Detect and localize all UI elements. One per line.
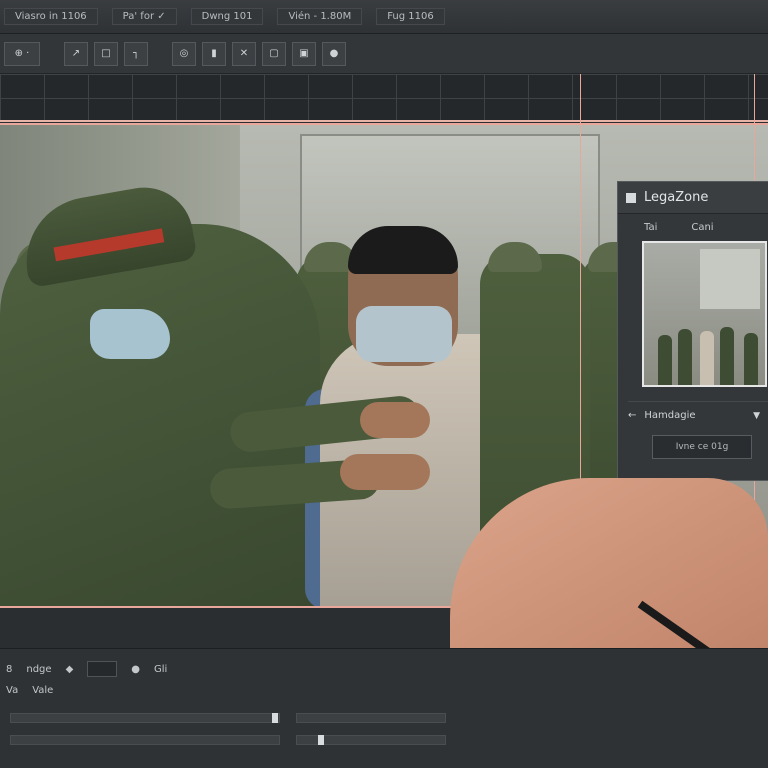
- thumbnail-building: [700, 249, 760, 309]
- officer-hand: [360, 402, 430, 438]
- officer-hand: [340, 454, 430, 490]
- preview-thumbnail[interactable]: [642, 241, 767, 387]
- tab-tai[interactable]: Tai: [644, 222, 657, 233]
- panel-tabs: Tai Cani: [618, 214, 768, 239]
- frame-number: 8: [6, 663, 13, 675]
- thumbnail-figure: [700, 331, 714, 385]
- top-item-5[interactable]: Fug 1106: [376, 8, 445, 25]
- bottom-row-1: 8 ndge ◆ ● Gli: [6, 661, 167, 677]
- bottom-row-2: Va Vale: [6, 685, 53, 696]
- tab-cani[interactable]: Cani: [691, 222, 713, 233]
- layer-panel: LegaZone Tai Cani ← Hamdagie ▼ Ivne ce 0…: [617, 181, 768, 481]
- thumbnail-figure: [678, 329, 692, 385]
- arrow-icon[interactable]: ↗: [64, 41, 88, 66]
- step-icon[interactable]: ┐: [124, 41, 148, 66]
- chevron-down-icon[interactable]: ▼: [753, 411, 760, 421]
- transform-icon[interactable]: ✕: [232, 41, 256, 66]
- track-label-vale: Vale: [32, 685, 54, 696]
- civilian-mask: [356, 306, 452, 362]
- timeline-ruler[interactable]: [0, 74, 768, 122]
- back-arrow-icon[interactable]: ←: [628, 410, 636, 421]
- thumbnail-figure: [744, 333, 758, 385]
- timeline-track[interactable]: [10, 713, 280, 723]
- top-item-3[interactable]: Dwng 101: [190, 8, 264, 25]
- doc-icon[interactable]: □: [94, 41, 118, 66]
- record-icon[interactable]: ●: [322, 41, 346, 66]
- bottom-timeline-panel: 8 ndge ◆ ● Gli Va Vale: [0, 648, 768, 768]
- top-item-4[interactable]: Vién - 1.80M: [277, 8, 363, 25]
- guide-line-top[interactable]: [0, 123, 768, 125]
- lock-icon[interactable]: ▮: [202, 41, 226, 66]
- timeline-track[interactable]: [10, 735, 280, 745]
- diamond-icon[interactable]: ◆: [66, 664, 74, 675]
- gli-label: Gli: [154, 663, 168, 675]
- timeline-track[interactable]: [296, 713, 446, 723]
- panel-input-field[interactable]: Ivne ce 01g: [652, 435, 752, 459]
- top-item-1[interactable]: Viasro in 1106: [4, 8, 98, 25]
- officer-mask: [90, 309, 170, 359]
- thumbnail-figure: [658, 335, 672, 385]
- dot-icon[interactable]: ●: [131, 664, 140, 675]
- row-label: ndge: [26, 663, 52, 675]
- panel-property-row[interactable]: ← Hamdagie ▼: [628, 401, 768, 425]
- property-label: Hamdagie: [644, 410, 696, 421]
- panel-title-bar[interactable]: LegaZone: [618, 182, 768, 214]
- tool-bar: ⊕ · ↗ □ ┐ ◎ ▮ ✕ ▢ ▣ ●: [0, 34, 768, 74]
- top-menu-bar: Viasro in 1106 Pa' for ✓ Dwng 101 Vién -…: [0, 0, 768, 34]
- layer-box-icon[interactable]: ⊕ ·: [4, 41, 40, 66]
- value-field[interactable]: [87, 661, 118, 677]
- top-item-2[interactable]: Pa' for ✓: [111, 8, 177, 25]
- crop-icon[interactable]: ▢: [262, 41, 286, 66]
- panel-square-icon: [626, 192, 636, 203]
- playhead-handle[interactable]: [272, 713, 278, 723]
- thumbnail-figure: [720, 327, 734, 385]
- playhead-handle[interactable]: [318, 735, 324, 745]
- panel-title: LegaZone: [644, 190, 709, 205]
- frame-icon[interactable]: ▣: [292, 41, 316, 66]
- target-icon[interactable]: ◎: [172, 41, 196, 66]
- track-label-va: Va: [6, 685, 19, 696]
